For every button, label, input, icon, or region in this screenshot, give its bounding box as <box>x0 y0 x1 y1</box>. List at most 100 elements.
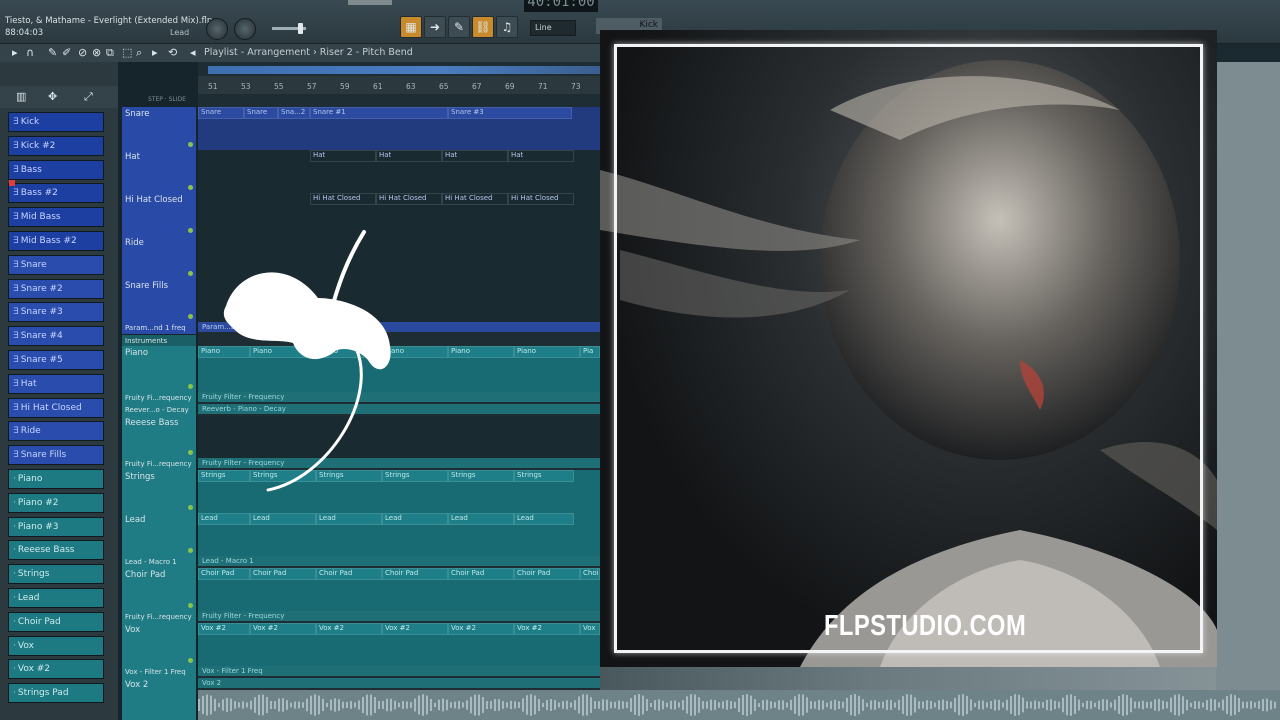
channel-button[interactable]: ∃ Kick #2 <box>8 135 104 156</box>
pattern-clip[interactable]: Snare #3 <box>448 107 572 119</box>
pattern-clip[interactable]: Strings <box>514 470 574 482</box>
channel-button[interactable]: ∃ Hat <box>8 373 104 394</box>
channel-button[interactable]: ∃ Snare Fills <box>8 445 104 466</box>
clip-vox-filter[interactable]: Vox - Filter 1 Freq <box>198 666 600 676</box>
channel-button[interactable]: · Vox <box>8 635 104 656</box>
pattern-clip[interactable]: Snare #1 <box>310 107 448 119</box>
track-snare-fills[interactable]: Snare Fills <box>122 279 196 322</box>
pattern-clip[interactable]: Lead <box>382 513 448 525</box>
zoom-icon[interactable]: ⌕ <box>136 46 142 60</box>
channel-button[interactable]: ∃ Snare <box>8 254 104 275</box>
delete-icon[interactable]: ⊘ <box>78 46 87 59</box>
track-lead-macro[interactable]: Lead - Macro 1 <box>122 556 196 568</box>
metronome-button[interactable]: ♫ <box>496 16 518 38</box>
timeline-ruler[interactable]: 51 53 55 57 59 61 63 65 67 69 71 73 <box>198 76 600 94</box>
horizontal-scrollbar[interactable] <box>208 66 600 74</box>
pattern-clip[interactable]: Vox #2 <box>250 623 316 635</box>
channel-button[interactable]: · Piano #2 <box>8 492 104 513</box>
track-vox-2[interactable]: Vox 2 <box>122 678 196 720</box>
pattern-clip[interactable]: Lead <box>316 513 382 525</box>
pattern-clip[interactable]: Choir Pad <box>448 568 514 580</box>
master-pitch-knob[interactable] <box>234 18 256 40</box>
pattern-clip[interactable]: Snare <box>244 107 278 119</box>
clip-fruity-3[interactable]: Fruity Filter - Frequency <box>198 611 600 621</box>
pencil-icon[interactable]: ✎ <box>48 46 57 59</box>
pattern-clip[interactable]: Vox #2 <box>514 623 580 635</box>
channel-button[interactable]: ∃ Bass #2 <box>8 183 104 204</box>
channel-button[interactable]: ∃ Snare #3 <box>8 302 104 323</box>
pattern-clip[interactable]: Choir Pad <box>316 568 382 580</box>
track-reese-bass[interactable]: Reeese Bass <box>122 416 196 458</box>
channel-button[interactable]: · Piano <box>8 469 104 489</box>
pattern-clip[interactable]: Hi Hat Closed <box>508 193 574 205</box>
track-param[interactable]: Param...nd 1 freq <box>122 322 196 334</box>
master-volume-knob[interactable] <box>206 18 228 40</box>
channel-button[interactable]: ∃ Snare #5 <box>8 350 104 370</box>
select-icon[interactable]: ⬚ <box>122 46 132 59</box>
lane-snare[interactable]: Snare Snare Sna...2 Snare #1 Snare #3 <box>198 107 600 150</box>
track-hat[interactable]: Hat <box>122 150 196 193</box>
lane-vox[interactable]: Vox #2 Vox #2 Vox #2 Vox #2 Vox #2 Vox #2 Vox <box>198 623 600 666</box>
master-slider[interactable] <box>272 23 306 34</box>
channel-button[interactable]: ∃ Mid Bass #2 <box>8 231 104 251</box>
pattern-clip[interactable]: Choir Pad <box>250 568 316 580</box>
pattern-clip[interactable]: Lead <box>198 513 250 525</box>
pattern-mode-button[interactable]: ▦ <box>400 16 422 38</box>
pattern-clip[interactable]: Lead <box>250 513 316 525</box>
playlist-area[interactable]: 51 53 55 57 59 61 63 65 67 69 71 73 Snare Snare Sna..… <box>198 62 600 720</box>
pattern-clip[interactable]: Hat <box>442 150 508 162</box>
paint-button[interactable]: ✎ <box>448 16 470 38</box>
channel-button[interactable]: ∃ Snare #2 <box>8 278 104 299</box>
channel-button[interactable]: · Reeese Bass <box>8 540 104 561</box>
pattern-clip[interactable]: Snare <box>198 107 244 119</box>
track-choir-pad[interactable]: Choir Pad <box>122 568 196 611</box>
magnet-icon[interactable]: ∩ <box>26 46 34 59</box>
channel-button[interactable]: · Strings <box>8 564 104 585</box>
pencil-icon[interactable]: ⤢ <box>84 90 93 104</box>
lane-lead[interactable]: Lead Lead Lead Lead Lead Lead <box>198 513 600 556</box>
track-piano[interactable]: Piano <box>122 346 196 392</box>
lane-choir-pad[interactable]: Choir Pad Choir Pad Choir Pad Choir Pad Choi… <box>198 568 600 611</box>
channel-button[interactable]: ∃ Snare #4 <box>8 326 104 347</box>
pattern-clip[interactable]: Choir Pad <box>198 568 250 580</box>
cross-icon[interactable]: ✥ <box>48 90 57 103</box>
clip-lead-macro[interactable]: Lead - Macro 1 <box>198 556 600 566</box>
pattern-clip[interactable]: Hi Hat Closed <box>442 193 508 205</box>
track-vox-filter[interactable]: Vox - Filter 1 Freq <box>122 666 196 678</box>
piano-icon[interactable]: ▥ <box>16 90 26 103</box>
lane-hat[interactable]: Hat Hat Hat Hat <box>198 150 600 193</box>
pattern-clip[interactable]: Piano <box>448 346 514 358</box>
pattern-clip[interactable]: Vox #2 <box>198 623 250 635</box>
pattern-clip[interactable]: Vox #2 <box>448 623 514 635</box>
pattern-clip[interactable]: Hat <box>376 150 442 162</box>
snap-button[interactable]: ⛓ <box>472 16 494 38</box>
channel-button[interactable]: · Choir Pad <box>8 611 104 632</box>
channel-button[interactable]: · Piano #3 <box>8 516 104 537</box>
track-snare[interactable]: Snare <box>122 107 196 150</box>
arrow-button[interactable]: ➜ <box>424 16 446 38</box>
track-fruity-1[interactable]: Fruity Fi...requency <box>122 392 196 404</box>
pattern-clip[interactable]: Pia <box>580 346 600 358</box>
pattern-clip[interactable]: Hi Hat Closed <box>376 193 442 205</box>
pattern-clip[interactable]: Hat <box>508 150 574 162</box>
channel-button[interactable]: ∃ Ride <box>8 421 104 442</box>
pattern-clip[interactable]: Lead <box>448 513 514 525</box>
pattern-clip[interactable]: Choir Pad <box>514 568 580 580</box>
playback-icon[interactable]: ▸ <box>152 46 158 59</box>
track-ride[interactable]: Ride <box>122 236 196 279</box>
track-vox[interactable]: Vox <box>122 623 196 666</box>
pattern-clip[interactable]: Choi <box>580 568 600 580</box>
channel-button[interactable]: ∃ Bass <box>8 159 104 180</box>
track-instruments-group[interactable]: Instruments <box>122 335 196 346</box>
loop-icon[interactable]: ⟲ <box>168 46 177 59</box>
pattern-clip[interactable]: Strings <box>448 470 514 482</box>
pattern-clip[interactable]: Hat <box>310 150 376 162</box>
chevron-right-icon[interactable]: ▸ <box>12 46 18 59</box>
pattern-clip[interactable]: Choir Pad <box>382 568 448 580</box>
track-hihat[interactable]: Hi Hat Closed <box>122 193 196 236</box>
pattern-clip[interactable]: Lead <box>514 513 574 525</box>
channel-button[interactable]: · Strings Pad <box>8 683 104 704</box>
pattern-clip[interactable]: Hi Hat Closed <box>310 193 376 205</box>
pattern-clip[interactable]: Vox #2 <box>316 623 382 635</box>
snap-mode-select[interactable]: Line <box>530 20 576 36</box>
